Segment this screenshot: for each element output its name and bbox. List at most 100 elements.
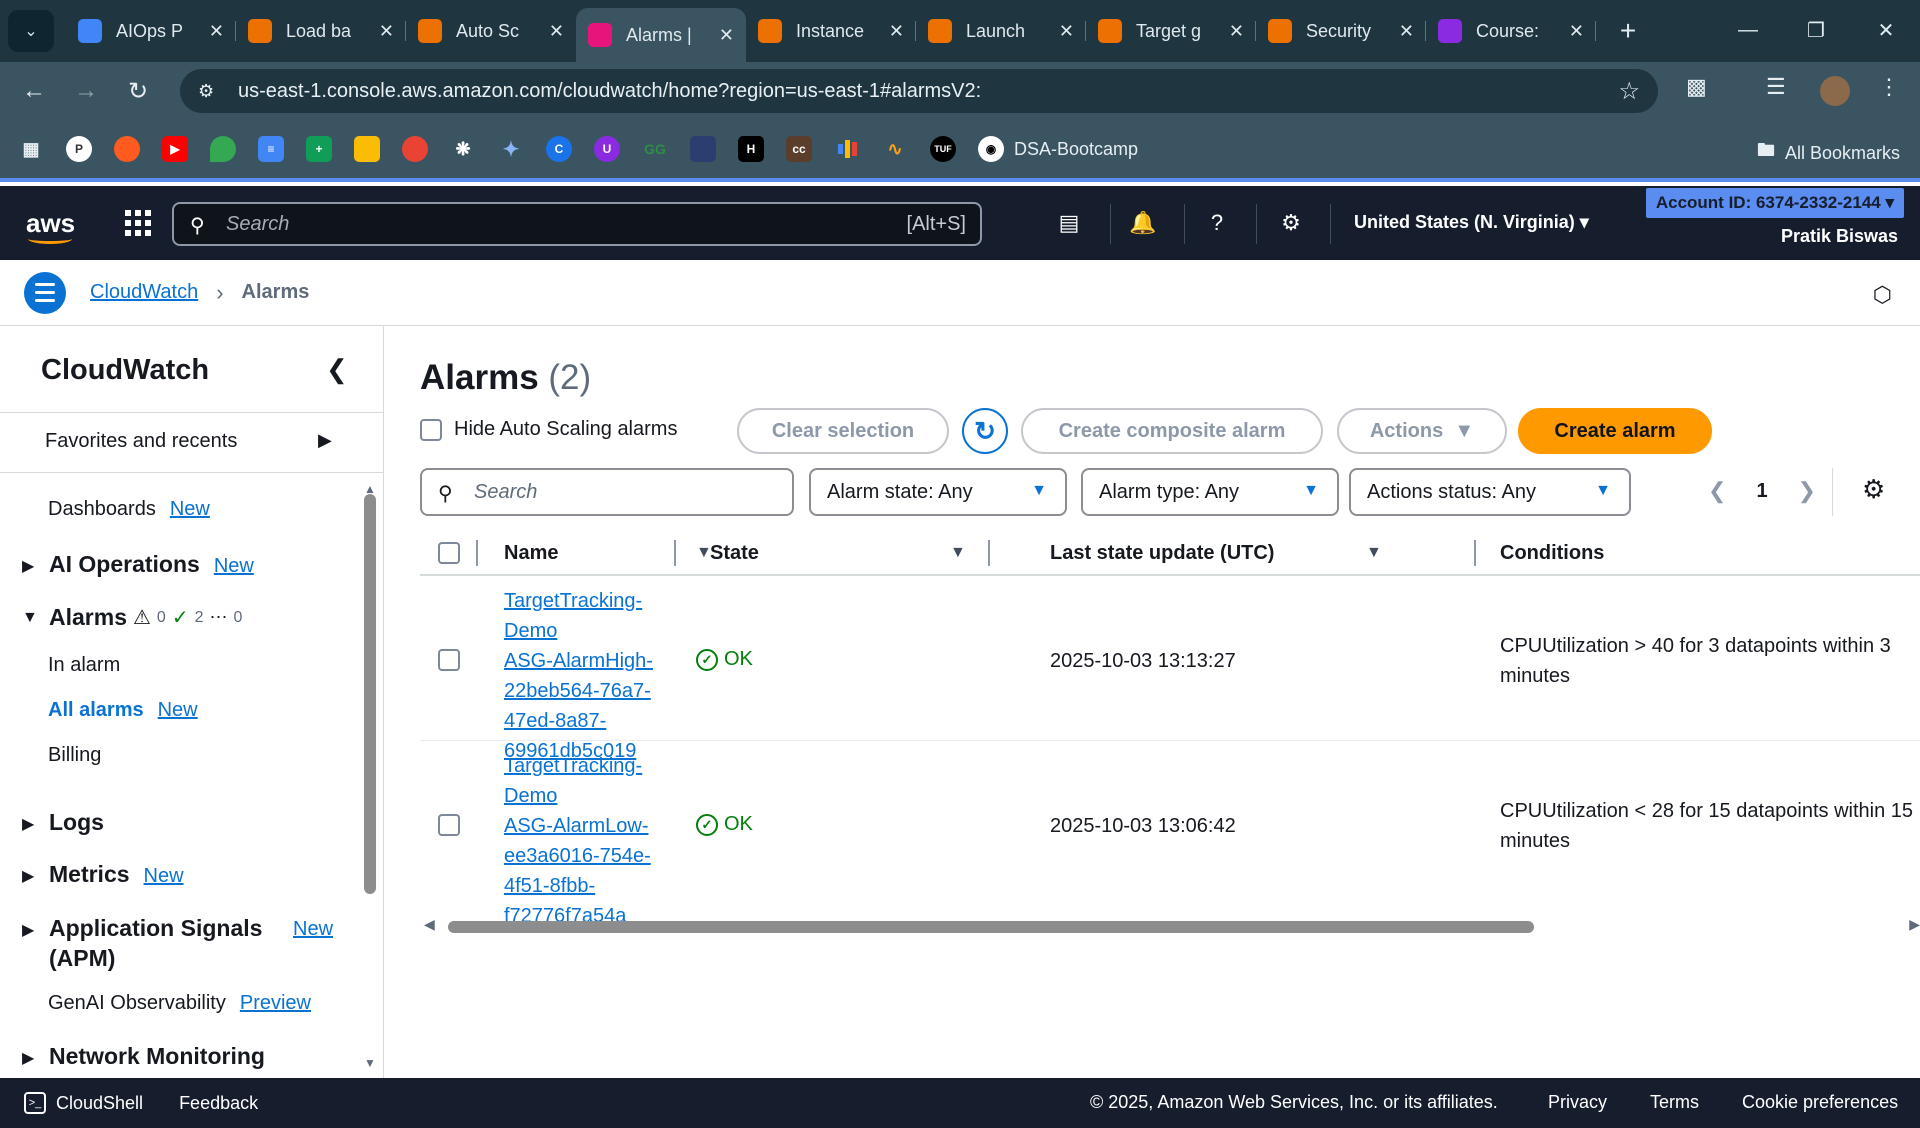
tab-search-button[interactable]: ⌄ <box>8 10 54 52</box>
bookmark-u-icon[interactable]: U <box>594 136 620 162</box>
close-tab-icon[interactable]: ✕ <box>1399 21 1414 42</box>
minimize-icon[interactable]: — <box>1728 14 1768 46</box>
bookmark-p-icon[interactable]: P <box>66 136 92 162</box>
chart-bookmark-icon[interactable] <box>834 136 860 162</box>
refresh-icon[interactable]: ↻ <box>962 408 1008 454</box>
browser-tab[interactable]: Course: ✕ <box>1426 8 1596 54</box>
close-tab-icon[interactable]: ✕ <box>209 21 224 42</box>
caret-right-icon[interactable]: ▶ <box>22 556 34 576</box>
next-page-icon[interactable]: ❯ <box>1798 478 1816 504</box>
nav-alarms[interactable]: Alarms ⚠ 0 ✓ 2 ⋯ 0 <box>49 604 242 631</box>
bookmark-c-icon[interactable]: C <box>546 136 572 162</box>
address-bar[interactable]: ⚙ us-east-1.console.aws.amazon.com/cloud… <box>180 69 1658 113</box>
browser-tab[interactable]: Instance ✕ <box>746 8 916 54</box>
alarm-name-link[interactable]: TargetTracking-Demo ASG-AlarmHigh- 22beb56… <box>504 586 694 766</box>
nav-dashboards[interactable]: Dashboards New <box>48 498 210 521</box>
nav-metrics[interactable]: Metrics New <box>49 861 184 888</box>
browser-tab[interactable]: Security ✕ <box>1256 8 1426 54</box>
aws-logo[interactable]: aws <box>26 210 75 244</box>
nav-logs[interactable]: Logs <box>49 809 104 836</box>
hexagon-settings-icon[interactable]: ⬡ <box>1873 282 1892 308</box>
geeksforgeeks-icon[interactable]: GG <box>642 136 668 162</box>
column-conditions[interactable]: Conditions <box>1500 542 1604 565</box>
terms-link[interactable]: Terms <box>1650 1092 1699 1113</box>
row-checkbox[interactable] <box>438 649 460 671</box>
back-icon[interactable]: ← <box>8 77 60 105</box>
region-selector[interactable]: United States (N. Virginia) ▾ <box>1354 212 1589 233</box>
cookie-preferences-link[interactable]: Cookie preferences <box>1742 1092 1898 1113</box>
services-menu-icon[interactable] <box>125 210 152 236</box>
account-menu[interactable]: Account ID: 6374-2332-2144 ▾ <box>1645 188 1904 218</box>
bookmark-star-icon[interactable]: ☆ <box>1618 77 1640 106</box>
sheets-icon[interactable]: + <box>306 136 332 162</box>
browser-tab[interactable]: Alarms | ✕ <box>576 8 746 62</box>
browser-tab[interactable]: Launch ✕ <box>916 8 1086 54</box>
caret-right-icon[interactable]: ▶ <box>318 430 332 451</box>
collapse-nav-icon[interactable]: ❮ <box>326 354 348 385</box>
reload-icon[interactable]: ↻ <box>112 77 164 106</box>
nav-genai-observability[interactable]: GenAI Observability Preview <box>48 992 311 1015</box>
scroll-left-icon[interactable]: ◀ <box>424 916 435 933</box>
hide-auto-scaling-checkbox[interactable]: Hide Auto Scaling alarms <box>420 418 677 441</box>
alarm-name-link[interactable]: TargetTracking-Demo ASG-AlarmLow-ee3a6016… <box>504 751 694 931</box>
site-info-icon[interactable]: ⚙ <box>198 81 214 102</box>
nav-scrollbar[interactable] <box>364 494 376 894</box>
alarm-state-filter[interactable]: Alarm state: Any ▼ <box>809 468 1067 516</box>
user-name[interactable]: Pratik Biswas <box>1781 226 1898 247</box>
settings-gear-icon[interactable]: ⚙ <box>1274 206 1308 240</box>
create-alarm-button[interactable]: Create alarm <box>1518 408 1712 454</box>
browser-menu-icon[interactable]: ⋮ <box>1878 74 1900 100</box>
help-icon[interactable]: ? <box>1200 206 1234 240</box>
chatgpt-icon[interactable]: ❋ <box>450 136 476 162</box>
nav-all-alarms[interactable]: All alarms New <box>48 699 198 722</box>
nav-ai-operations[interactable]: AI Operations New <box>49 551 254 578</box>
new-tab-button[interactable]: + <box>1608 15 1648 47</box>
codechef-icon[interactable]: cc <box>786 136 812 162</box>
alarm-type-filter[interactable]: Alarm type: Any ▼ <box>1081 468 1339 516</box>
scroll-down-icon[interactable]: ▼ <box>364 1056 376 1070</box>
drive-icon[interactable] <box>354 136 380 162</box>
nav-billing[interactable]: Billing <box>48 744 101 767</box>
actions-status-filter[interactable]: Actions status: Any ▼ <box>1349 468 1631 516</box>
apps-grid-icon[interactable]: ▦ <box>18 136 44 162</box>
youtube-icon[interactable]: ▶ <box>162 136 188 162</box>
bookmark-dark-icon[interactable] <box>690 136 716 162</box>
browser-tab[interactable]: Target g ✕ <box>1086 8 1256 54</box>
github-icon[interactable]: ◉ <box>978 136 1004 162</box>
row-checkbox[interactable] <box>438 814 460 836</box>
photos-icon[interactable] <box>402 136 428 162</box>
restore-icon[interactable]: ❐ <box>1796 14 1836 46</box>
nav-application-signals[interactable]: Application Signals <box>49 915 262 942</box>
maps-icon[interactable] <box>210 136 236 162</box>
nav-network-monitoring[interactable]: Network Monitoring <box>49 1043 265 1070</box>
leetcode-icon[interactable]: ∿ <box>882 136 908 162</box>
table-preferences-gear-icon[interactable]: ⚙ <box>1862 474 1885 505</box>
alarm-search-input[interactable]: ⚲ Search <box>420 468 794 516</box>
cloudshell-button[interactable]: >_ CloudShell <box>24 1092 143 1114</box>
page-number[interactable]: 1 <box>1756 480 1767 503</box>
column-last-state-update[interactable]: Last state update (UTC) <box>1050 542 1274 565</box>
scroll-right-icon[interactable]: ▶ <box>1909 916 1920 933</box>
bookmark-dsa-bootcamp[interactable]: DSA-Bootcamp <box>1014 139 1138 160</box>
sort-icon[interactable]: ▼ <box>1366 544 1382 562</box>
hackerrank-icon[interactable]: H <box>738 136 764 162</box>
browser-tab[interactable]: Load ba ✕ <box>236 8 406 54</box>
close-tab-icon[interactable]: ✕ <box>549 21 564 42</box>
caret-right-icon[interactable]: ▶ <box>22 1048 34 1068</box>
sort-icon[interactable]: ▼ <box>950 544 966 562</box>
caret-right-icon[interactable]: ▶ <box>22 866 34 886</box>
previous-page-icon[interactable]: ❮ <box>1708 478 1726 504</box>
console-search-input[interactable]: ⚲ Search [Alt+S] <box>172 202 982 246</box>
forward-icon[interactable]: → <box>60 77 112 105</box>
column-name[interactable]: Name <box>504 542 558 565</box>
breadcrumb-cloudwatch[interactable]: CloudWatch <box>90 281 198 304</box>
all-bookmarks[interactable]: 🖿 All Bookmarks <box>1757 138 1900 168</box>
caret-right-icon[interactable]: ▶ <box>22 920 34 940</box>
gemini-icon[interactable]: ✦ <box>498 136 524 162</box>
favorites-and-recents[interactable]: Favorites and recents <box>45 430 237 453</box>
tuf-icon[interactable]: TUF <box>930 136 956 162</box>
clear-selection-button[interactable]: Clear selection <box>737 408 949 454</box>
create-composite-alarm-button[interactable]: Create composite alarm <box>1021 408 1323 454</box>
new-badge[interactable]: New <box>293 918 333 941</box>
close-tab-icon[interactable]: ✕ <box>1229 21 1244 42</box>
